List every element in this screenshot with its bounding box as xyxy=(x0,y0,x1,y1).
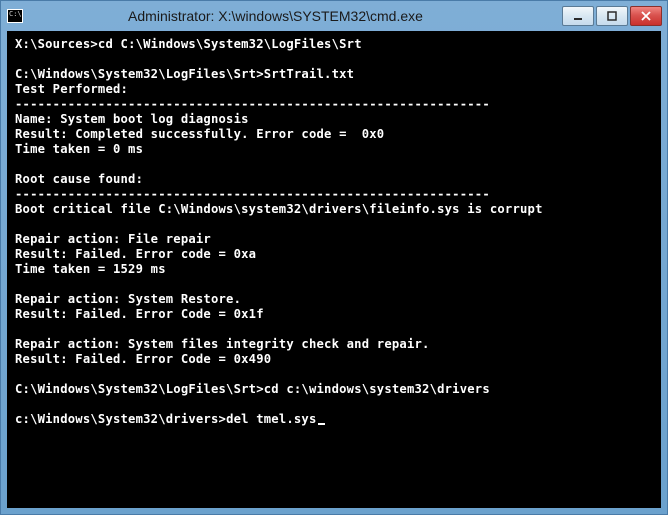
prompt: c:\Windows\System32\drivers> xyxy=(15,412,226,426)
output-line: Boot critical file C:\Windows\system32\d… xyxy=(15,202,543,216)
output-line: Result: Completed successfully. Error co… xyxy=(15,127,384,141)
command-text: del tmel.sys xyxy=(226,412,316,426)
output-line: Result: Failed. Error Code = 0x1f xyxy=(15,307,264,321)
close-button[interactable] xyxy=(630,6,662,26)
prompt: C:\Windows\System32\LogFiles\Srt> xyxy=(15,382,264,396)
output-line: Time taken = 1529 ms xyxy=(15,262,166,276)
rule-line: ----------------------------------------… xyxy=(15,97,490,111)
window-title: Administrator: X:\windows\SYSTEM32\cmd.e… xyxy=(0,8,562,24)
prompt: X:\Sources> xyxy=(15,37,98,51)
window-controls xyxy=(562,6,662,26)
output-line: Result: Failed. Error code = 0xa xyxy=(15,247,256,261)
text-cursor xyxy=(318,423,325,425)
maximize-button[interactable] xyxy=(596,6,628,26)
command-text: cd C:\Windows\System32\LogFiles\Srt xyxy=(98,37,362,51)
terminal-area[interactable]: X:\Sources>cd C:\Windows\System32\LogFil… xyxy=(7,31,661,508)
output-line: Name: System boot log diagnosis xyxy=(15,112,249,126)
minimize-button[interactable] xyxy=(562,6,594,26)
output-line: Repair action: System Restore. xyxy=(15,292,241,306)
output-line: Test Performed: xyxy=(15,82,128,96)
command-text: cd c:\windows\system32\drivers xyxy=(264,382,490,396)
cmd-window: Administrator: X:\windows\SYSTEM32\cmd.e… xyxy=(0,0,668,515)
titlebar[interactable]: Administrator: X:\windows\SYSTEM32\cmd.e… xyxy=(1,1,667,31)
rule-line: ----------------------------------------… xyxy=(15,187,490,201)
output-line: Root cause found: xyxy=(15,172,143,186)
output-line: Time taken = 0 ms xyxy=(15,142,143,156)
output-line: Repair action: System files integrity ch… xyxy=(15,337,430,351)
prompt: C:\Windows\System32\LogFiles\Srt> xyxy=(15,67,264,81)
terminal-output: X:\Sources>cd C:\Windows\System32\LogFil… xyxy=(15,37,653,427)
output-line: Repair action: File repair xyxy=(15,232,211,246)
cmd-icon xyxy=(7,9,23,23)
command-text: SrtTrail.txt xyxy=(264,67,354,81)
output-line: Result: Failed. Error Code = 0x490 xyxy=(15,352,271,366)
